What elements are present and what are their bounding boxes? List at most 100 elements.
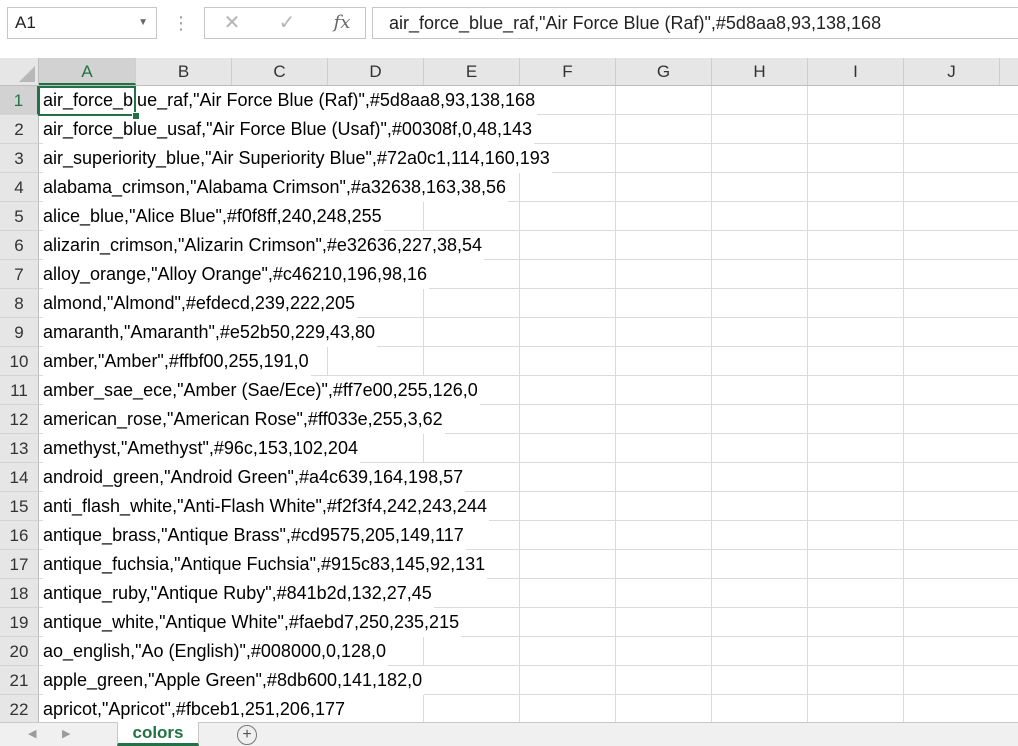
cell-a22[interactable]: apricot,"Apricot",#fbceb1,251,206,177	[43, 695, 347, 722]
column-gridline	[807, 289, 808, 318]
column-gridline	[519, 289, 520, 318]
row-header[interactable]: 21	[0, 666, 39, 695]
column-gridline	[519, 434, 520, 463]
row-header[interactable]: 16	[0, 521, 39, 550]
row-header[interactable]: 11	[0, 376, 39, 405]
column-gridline	[519, 231, 520, 260]
column-gridline	[903, 231, 904, 260]
column-gridline	[903, 202, 904, 231]
cell-a6[interactable]: alizarin_crimson,"Alizarin Crimson",#e32…	[43, 231, 485, 260]
row-header[interactable]: 14	[0, 463, 39, 492]
sheet-tab-colors[interactable]: colors	[117, 722, 199, 746]
column-gridline	[711, 376, 712, 405]
column-gridline	[711, 492, 712, 521]
row-header[interactable]: 2	[0, 115, 39, 144]
fill-handle[interactable]	[132, 112, 140, 120]
column-gridline	[903, 318, 904, 347]
row-header[interactable]: 6	[0, 231, 39, 260]
row-header[interactable]: 3	[0, 144, 39, 173]
scroll-left-icon[interactable]: ◀	[28, 723, 36, 746]
table-row: 9 amaranth,"Amaranth",#e52b50,229,43,80	[0, 318, 1018, 347]
formula-input[interactable]: air_force_blue_raf,"Air Force Blue (Raf)…	[372, 7, 1018, 39]
row-header[interactable]: 13	[0, 434, 39, 463]
insert-function-icon[interactable]: fx	[327, 8, 357, 38]
column-gridline	[903, 608, 904, 637]
column-gridline	[903, 260, 904, 289]
scroll-right-icon[interactable]: ▶	[62, 723, 70, 746]
column-gridline	[711, 521, 712, 550]
column-gridline	[711, 347, 712, 376]
worksheet-grid[interactable]: ABCDEFGHIJ 1 air_force_blue_raf,"Air Forc…	[0, 58, 1018, 722]
row-header[interactable]: 5	[0, 202, 39, 231]
column-header-i[interactable]: I	[808, 58, 904, 85]
chevron-down-icon[interactable]: ▼	[138, 8, 148, 38]
cell-a15[interactable]: anti_flash_white,"Anti-Flash White",#f2f…	[43, 492, 490, 521]
cell-a20[interactable]: ao_english,"Ao (English)",#008000,0,128,…	[43, 637, 389, 666]
cell-a7[interactable]: alloy_orange,"Alloy Orange",#c46210,196,…	[43, 260, 430, 289]
cell-a5[interactable]: alice_blue,"Alice Blue",#f0f8ff,240,248,…	[43, 202, 384, 231]
cell-a9[interactable]: amaranth,"Amaranth",#e52b50,229,43,80	[43, 318, 378, 347]
row-header[interactable]: 8	[0, 289, 39, 318]
cell-a2[interactable]: air_force_blue_usaf,"Air Force Blue (Usa…	[43, 115, 535, 144]
row-header[interactable]: 12	[0, 405, 39, 434]
column-header-a[interactable]: A	[39, 58, 136, 85]
cell-a13[interactable]: amethyst,"Amethyst",#96c,153,102,204	[43, 434, 360, 463]
column-gridline	[807, 637, 808, 666]
row-header[interactable]: 7	[0, 260, 39, 289]
cell-a10[interactable]: amber,"Amber",#ffbf00,255,191,0	[43, 347, 311, 376]
cell-a8[interactable]: almond,"Almond",#efdecd,239,222,205	[43, 289, 358, 318]
column-header-g[interactable]: G	[616, 58, 712, 85]
table-row: 4 alabama_crimson,"Alabama Crimson",#a326…	[0, 173, 1018, 202]
column-header-c[interactable]: C	[232, 58, 328, 85]
cell-a19[interactable]: antique_white,"Antique White",#faebd7,25…	[43, 608, 462, 637]
column-header-j[interactable]: J	[904, 58, 1000, 85]
column-header-d[interactable]: D	[328, 58, 424, 85]
select-all-button[interactable]	[0, 58, 39, 85]
name-box[interactable]: A1 ▼	[7, 7, 157, 39]
row-header[interactable]: 20	[0, 637, 39, 666]
column-header-f[interactable]: F	[520, 58, 616, 85]
row-header[interactable]: 22	[0, 695, 39, 722]
cell-a14[interactable]: android_green,"Android Green",#a4c639,16…	[43, 463, 466, 492]
column-gridline	[615, 231, 616, 260]
column-gridline	[807, 115, 808, 144]
column-gridline	[711, 86, 712, 115]
enter-icon[interactable]: ✓	[272, 8, 302, 38]
row-header[interactable]: 15	[0, 492, 39, 521]
cell-a21[interactable]: apple_green,"Apple Green",#8db600,141,18…	[43, 666, 425, 695]
more-options-icon[interactable]: ⋮	[172, 9, 190, 37]
column-gridline	[711, 637, 712, 666]
table-row: 18 antique_ruby,"Antique Ruby",#841b2d,13…	[0, 579, 1018, 608]
row-header[interactable]: 4	[0, 173, 39, 202]
add-sheet-icon[interactable]: +	[237, 725, 257, 745]
column-gridline	[615, 492, 616, 521]
cell-a4[interactable]: alabama_crimson,"Alabama Crimson",#a3263…	[43, 173, 509, 202]
column-header-b[interactable]: B	[136, 58, 232, 85]
column-gridline	[615, 347, 616, 376]
cell-a17[interactable]: antique_fuchsia,"Antique Fuchsia",#915c8…	[43, 550, 488, 579]
column-gridline	[519, 405, 520, 434]
cancel-icon[interactable]: ✕	[217, 8, 247, 38]
cell-a3[interactable]: air_superiority_blue,"Air Superiority Bl…	[43, 144, 552, 173]
cell-a1[interactable]: air_force_blue_raf,"Air Force Blue (Raf)…	[43, 86, 538, 115]
column-gridline	[615, 695, 616, 722]
column-gridline	[903, 695, 904, 722]
row-header[interactable]: 19	[0, 608, 39, 637]
cell-a12[interactable]: american_rose,"American Rose",#ff033e,25…	[43, 405, 445, 434]
column-gridline	[615, 434, 616, 463]
row-header[interactable]: 1	[0, 86, 39, 115]
cell-a11[interactable]: amber_sae_ece,"Amber (Sae/Ece)",#ff7e00,…	[43, 376, 480, 405]
row-header[interactable]: 17	[0, 550, 39, 579]
row-header[interactable]: 9	[0, 318, 39, 347]
cell-a18[interactable]: antique_ruby,"Antique Ruby",#841b2d,132,…	[43, 579, 434, 608]
column-gridline	[519, 463, 520, 492]
column-header-e[interactable]: E	[424, 58, 520, 85]
column-gridline	[807, 144, 808, 173]
column-gridline	[807, 376, 808, 405]
row-header[interactable]: 18	[0, 579, 39, 608]
cell-a16[interactable]: antique_brass,"Antique Brass",#cd9575,20…	[43, 521, 466, 550]
column-gridline	[711, 434, 712, 463]
column-gridline	[423, 695, 424, 722]
row-header[interactable]: 10	[0, 347, 39, 376]
column-header-h[interactable]: H	[712, 58, 808, 85]
